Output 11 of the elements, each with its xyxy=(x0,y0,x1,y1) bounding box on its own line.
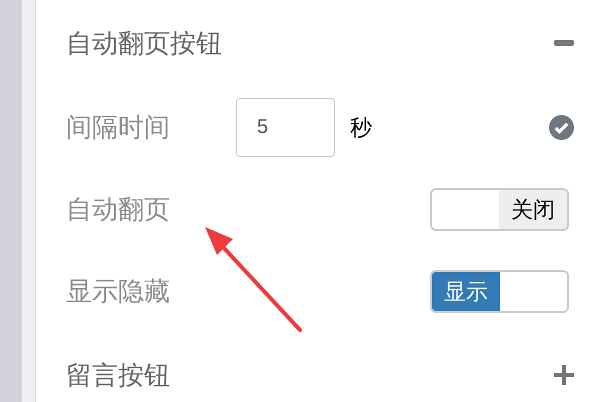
interval-field[interactable]: 5 xyxy=(236,98,335,156)
setting-label: 显示隐藏 xyxy=(66,274,171,308)
unit-label: 秒 xyxy=(350,114,372,142)
collapse-icon[interactable] xyxy=(554,40,574,46)
toggle-switch[interactable]: 显示 xyxy=(430,270,569,312)
setting-label: 自动翻页 xyxy=(66,192,171,226)
toggle-switch[interactable]: 关闭 xyxy=(430,188,569,230)
expand-icon[interactable] xyxy=(554,365,574,385)
setting-label: 间隔时间 xyxy=(66,110,171,144)
section-title: 自动翻页按钮 xyxy=(66,26,223,60)
section-title: 留言按钮 xyxy=(66,358,171,392)
